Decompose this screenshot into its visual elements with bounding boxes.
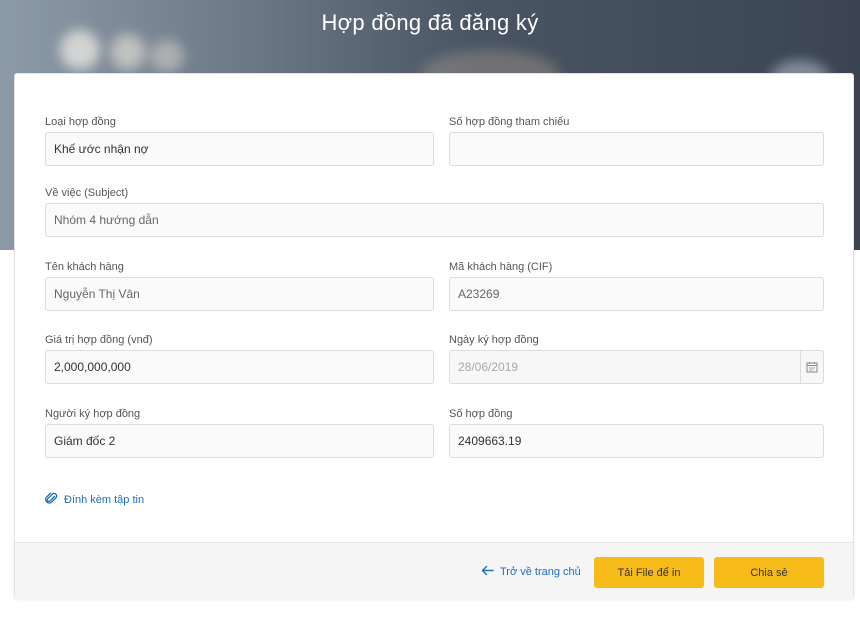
contract-number-label: Số hợp đồng — [449, 408, 513, 420]
calendar-icon[interactable] — [800, 351, 823, 383]
signer-field: Người ký hợp đồng Giám đốc 2 — [45, 406, 434, 458]
customer-cif-input[interactable]: A23269 — [449, 277, 824, 311]
sign-date-label: Ngày ký hợp đồng — [449, 334, 539, 346]
ref-number-field: Số hợp đồng tham chiếu — [449, 114, 824, 166]
attach-file-link[interactable]: Đính kèm tập tin — [45, 492, 144, 508]
contract-number-input[interactable]: 2409663.19 — [449, 424, 824, 458]
contract-form-card: Loại hợp đồng Khế ước nhận nợ Số hợp đồn… — [14, 73, 854, 600]
arrow-left-icon — [481, 565, 494, 579]
share-button[interactable]: Chia sẻ — [714, 557, 824, 588]
contract-type-label: Loại hợp đồng — [45, 116, 116, 128]
customer-name-field: Tên khách hàng Nguyễn Thị Vân — [45, 259, 434, 311]
contract-value-label: Giá trị hợp đồng (vnđ) — [45, 334, 153, 346]
back-home-link[interactable]: Trở về trang chủ — [481, 565, 581, 579]
form-footer: Trở về trang chủ Tải File để in Chia sẻ — [15, 542, 853, 600]
contract-type-field: Loại hợp đồng Khế ước nhận nợ — [45, 114, 434, 166]
contract-type-input[interactable]: Khế ước nhận nợ — [45, 132, 434, 166]
customer-cif-label: Mã khách hàng (CIF) — [449, 261, 553, 273]
subject-input[interactable]: Nhóm 4 hướng dẫn — [45, 203, 824, 237]
subject-label: Về việc (Subject) — [45, 187, 129, 199]
download-print-button[interactable]: Tải File để in — [594, 557, 704, 588]
subject-field: Về việc (Subject) Nhóm 4 hướng dẫn — [45, 185, 824, 237]
sign-date-input[interactable]: 28/06/2019 — [449, 350, 824, 384]
ref-number-label: Số hợp đồng tham chiếu — [449, 116, 570, 128]
signer-input[interactable]: Giám đốc 2 — [45, 424, 434, 458]
contract-value-input[interactable]: 2,000,000,000 — [45, 350, 434, 384]
sign-date-field: Ngày ký hợp đồng 28/06/2019 — [449, 332, 824, 384]
sign-date-value: 28/06/2019 — [458, 360, 519, 374]
attach-file-label: Đính kèm tập tin — [64, 494, 145, 506]
customer-cif-field: Mã khách hàng (CIF) A23269 — [449, 259, 824, 311]
ref-number-input[interactable] — [449, 132, 824, 166]
back-home-label: Trở về trang chủ — [500, 566, 581, 578]
customer-name-label: Tên khách hàng — [45, 261, 124, 273]
paperclip-icon — [45, 492, 58, 508]
page-title: Hợp đồng đã đăng ký — [321, 10, 539, 35]
signer-label: Người ký hợp đồng — [45, 408, 141, 420]
contract-number-field: Số hợp đồng 2409663.19 — [449, 406, 824, 458]
banner-decoration — [150, 40, 184, 72]
customer-name-input[interactable]: Nguyễn Thị Vân — [45, 277, 434, 311]
contract-value-field: Giá trị hợp đồng (vnđ) 2,000,000,000 — [45, 332, 434, 384]
banner-decoration — [110, 34, 146, 70]
banner-decoration — [60, 30, 100, 70]
